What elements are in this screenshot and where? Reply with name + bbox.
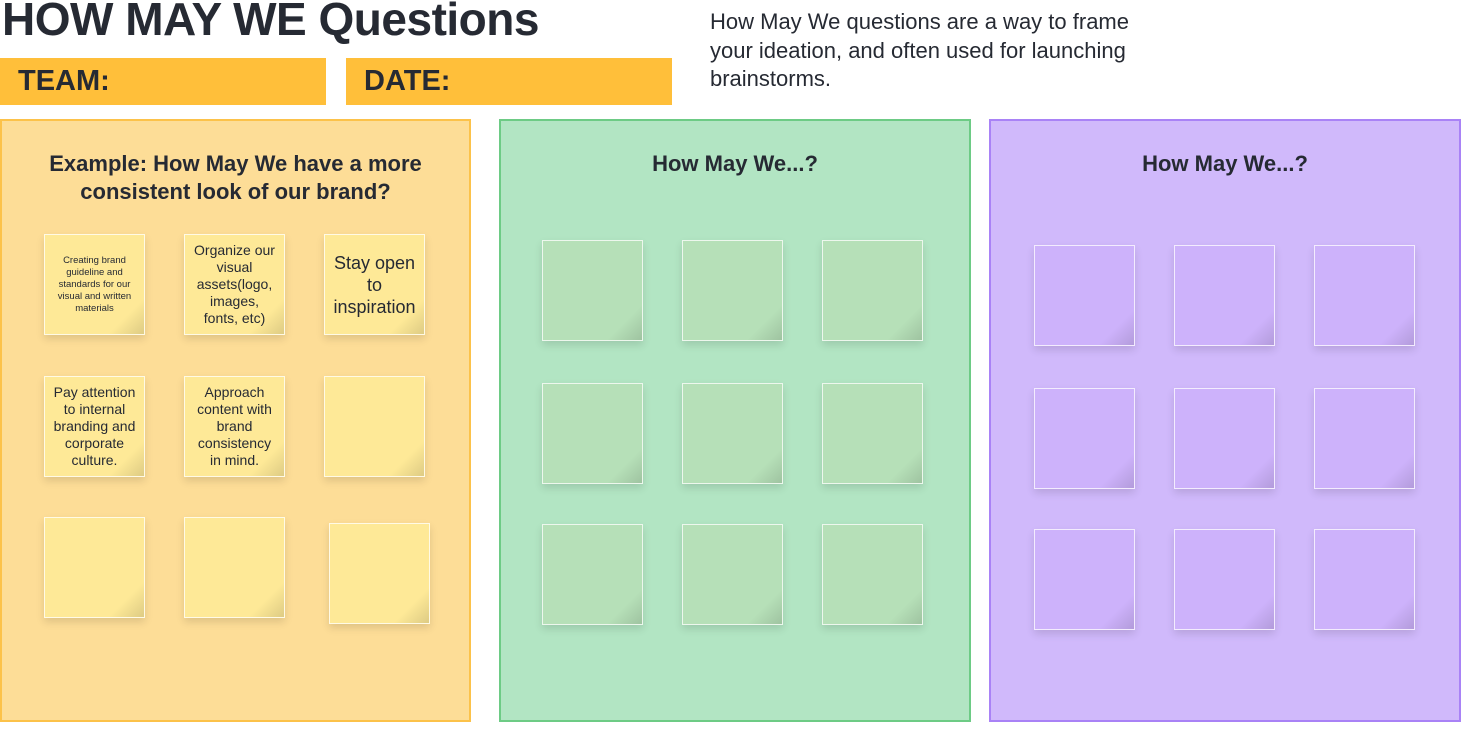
sticky-note[interactable] xyxy=(1034,529,1135,630)
description-text: How May We questions are a way to frame … xyxy=(710,9,1129,91)
sticky-note[interactable] xyxy=(1034,388,1135,489)
sticky-note[interactable] xyxy=(184,517,285,618)
sticky-note[interactable] xyxy=(822,524,923,625)
team-field[interactable]: TEAM: xyxy=(0,58,326,105)
sticky-note[interactable]: Creating brand guideline and standards f… xyxy=(44,234,145,335)
sticky-note[interactable] xyxy=(542,524,643,625)
sticky-note[interactable]: Stay open to inspiration xyxy=(324,234,425,335)
sticky-note[interactable] xyxy=(682,524,783,625)
sticky-note[interactable]: Organize our visual assets(logo, images,… xyxy=(184,234,285,335)
board-title: Example: How May We have a more consiste… xyxy=(49,151,422,204)
sticky-note[interactable] xyxy=(1174,529,1275,630)
sticky-note-text: Pay attention to internal branding and c… xyxy=(53,384,136,468)
date-field[interactable]: DATE: xyxy=(346,58,672,105)
sticky-note[interactable] xyxy=(682,240,783,341)
sticky-note-text: Approach content with brand consistency … xyxy=(197,384,272,468)
board-title: How May We...? xyxy=(1142,151,1308,176)
sticky-note[interactable] xyxy=(1314,388,1415,489)
sticky-note[interactable] xyxy=(682,383,783,484)
sticky-note[interactable] xyxy=(1034,245,1135,346)
sticky-note-text: Creating brand guideline and standards f… xyxy=(57,254,132,314)
page-title: HOW MAY WE Questions xyxy=(2,0,539,45)
sticky-note[interactable] xyxy=(324,376,425,477)
sticky-note[interactable] xyxy=(1174,388,1275,489)
sticky-note[interactable] xyxy=(822,383,923,484)
green-board: How May We...? xyxy=(499,119,971,722)
sticky-note[interactable] xyxy=(329,523,430,624)
sticky-note[interactable] xyxy=(542,240,643,341)
sticky-note[interactable] xyxy=(822,240,923,341)
sticky-note[interactable] xyxy=(542,383,643,484)
sticky-note[interactable] xyxy=(1314,529,1415,630)
sticky-note-text: Organize our visual assets(logo, images,… xyxy=(194,242,275,326)
sticky-note[interactable]: Pay attention to internal branding and c… xyxy=(44,376,145,477)
sticky-note[interactable] xyxy=(1174,245,1275,346)
example-board: Example: How May We have a more consiste… xyxy=(0,119,471,722)
sticky-note[interactable] xyxy=(44,517,145,618)
sticky-note-text: Stay open to inspiration xyxy=(333,252,416,317)
board-title: How May We...? xyxy=(652,151,818,176)
sticky-note[interactable]: Approach content with brand consistency … xyxy=(184,376,285,477)
purple-board: How May We...? xyxy=(989,119,1461,722)
sticky-note[interactable] xyxy=(1314,245,1415,346)
